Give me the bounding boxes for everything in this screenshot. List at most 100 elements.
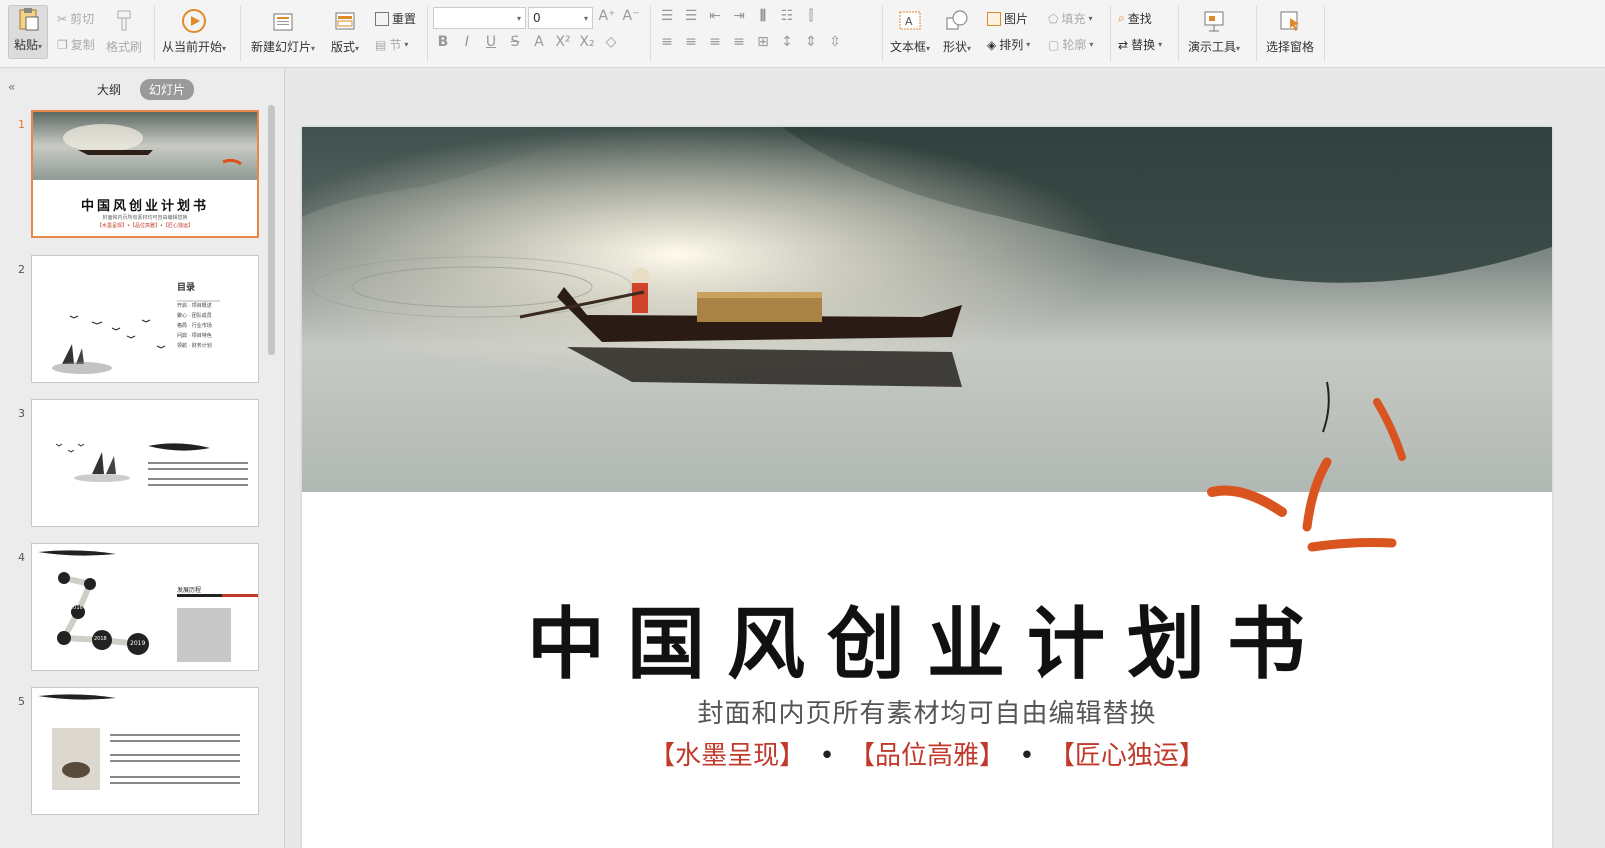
- slide-number: 1: [18, 118, 25, 131]
- align-text-icon[interactable]: ☷: [778, 8, 796, 24]
- slide-subtitle[interactable]: 封面和内页所有素材均可自由编辑替换: [302, 693, 1552, 730]
- superscript-icon[interactable]: X²: [554, 34, 572, 50]
- bold-icon[interactable]: B: [434, 34, 452, 50]
- reset-icon: [375, 11, 389, 26]
- tab-outline[interactable]: 大纲: [88, 79, 130, 100]
- thumbnail-frame: [31, 399, 259, 527]
- arrange-button[interactable]: ◈ 排列 ▾: [987, 36, 1030, 53]
- font-format-row: B I U S A X² X₂ ◇: [434, 34, 620, 50]
- text-direction-icon[interactable]: ⫼: [754, 8, 772, 24]
- increase-indent-icon[interactable]: ⇥: [730, 8, 748, 24]
- cut-button[interactable]: ✂ 剪切: [57, 10, 94, 27]
- paragraph-spacing-icon[interactable]: ⇕: [802, 34, 820, 50]
- copy-button[interactable]: ❐ 复制: [57, 36, 95, 53]
- toc-line: 聚心 · 团队成员: [177, 313, 212, 319]
- eraser-icon[interactable]: ◇: [602, 34, 620, 50]
- koi-fish-illustration: [1207, 457, 1397, 552]
- presenter-tools-button[interactable]: 演示工具▾: [1188, 8, 1240, 55]
- slide-number: 3: [18, 407, 25, 420]
- section-button[interactable]: ▤ 节 ▾: [375, 36, 408, 53]
- find-button[interactable]: ⌕ 查找: [1118, 10, 1152, 27]
- grow-font-icon[interactable]: A⁺: [598, 8, 616, 24]
- fill-icon: ⬠: [1048, 11, 1059, 26]
- slide-thumbnail-2[interactable]: 2 目录 开启 · 项目概述 聚心 · 团队成员 格局 · 行业市场 问鼎 · …: [0, 255, 270, 385]
- layout-button[interactable]: 版式▾: [331, 8, 359, 55]
- underline-icon[interactable]: U: [482, 34, 500, 50]
- slide-thumbnail-4[interactable]: 4 2016 2018 2019 发展历程: [0, 543, 270, 673]
- distribute-icon[interactable]: ⊞: [754, 34, 772, 50]
- format-painter-button[interactable]: 格式刷: [106, 8, 142, 55]
- paste-icon: [19, 8, 39, 31]
- line-spacing-icon[interactable]: ↕: [778, 34, 796, 50]
- replace-icon: ⇄: [1118, 37, 1129, 52]
- paste-label: 粘贴: [13, 38, 38, 52]
- new-slide-icon: [273, 13, 293, 31]
- timeline-year: 2019: [130, 640, 146, 647]
- section-icon: ▤: [375, 37, 387, 52]
- shape-button[interactable]: 形状▾: [943, 8, 971, 55]
- slide-canvas[interactable]: 中国风创业计划书 封面和内页所有素材均可自由编辑替换 【水墨呈现】 • 【品位高…: [302, 127, 1552, 848]
- toc-line: 开启 · 项目概述: [177, 303, 212, 309]
- subscript-icon[interactable]: X₂: [578, 34, 596, 50]
- selection-pane-button[interactable]: 选择窗格: [1266, 8, 1314, 55]
- new-slide-button[interactable]: 新建幻灯片▾: [251, 8, 315, 55]
- paste-button[interactable]: 粘贴▾: [8, 5, 48, 59]
- slide-thumbnail-1[interactable]: 1 中国风创业计划书 封面和内页所有素材均可自由编辑替换 【水墨呈现】•【品位高…: [0, 110, 270, 240]
- timeline-label: 发展历程: [177, 587, 202, 594]
- slide-tags[interactable]: 【水墨呈现】 • 【品位高雅】 • 【匠心独运】: [302, 735, 1552, 772]
- tag-craft: 【匠心独运】: [1048, 741, 1205, 771]
- columns-icon[interactable]: ⫿: [802, 8, 820, 24]
- thumbnail-frame: 2016 2018 2019 发展历程: [31, 543, 259, 671]
- thumbnail-image: [33, 112, 257, 180]
- collapse-sidebar-icon[interactable]: «: [8, 80, 15, 94]
- slide-title[interactable]: 中国风创业计划书: [302, 582, 1552, 694]
- strikethrough-icon[interactable]: S: [506, 34, 524, 50]
- timeline-year: 2016: [70, 605, 83, 611]
- font-size-select[interactable]: 0 ▾: [528, 7, 593, 29]
- picture-icon: [987, 11, 1001, 26]
- slide-thumbnail-5[interactable]: 5: [0, 687, 270, 817]
- slide-thumbnail-3[interactable]: 3: [0, 399, 270, 529]
- canvas-scrollbar[interactable]: [1590, 70, 1605, 848]
- align-left-icon[interactable]: ≡: [658, 34, 676, 50]
- thumbnail-title: 中国风创业计划书: [80, 199, 209, 214]
- picture-button[interactable]: 图片: [987, 10, 1028, 27]
- tag-elegance: 【品位高雅】: [848, 741, 1005, 771]
- svg-text:A: A: [905, 15, 913, 28]
- tag-separator: •: [819, 741, 835, 771]
- tab-slides[interactable]: 幻灯片: [140, 79, 195, 100]
- numbered-list-icon[interactable]: ☰: [682, 8, 700, 24]
- shape-icon: [946, 10, 968, 30]
- river-boat-photo: [302, 127, 1552, 492]
- bullet-list-icon[interactable]: ☰: [658, 8, 676, 24]
- brush-icon: [117, 10, 131, 31]
- outline-button[interactable]: ▢ 轮廓 ▾: [1048, 36, 1093, 53]
- font-name-select[interactable]: ▾: [433, 7, 526, 29]
- align-right-icon[interactable]: ≡: [706, 34, 724, 50]
- font-color-icon[interactable]: A: [530, 34, 548, 50]
- slide-number: 5: [18, 695, 25, 708]
- tag-ink: 【水墨呈现】: [649, 741, 806, 771]
- replace-button[interactable]: ⇄ 替换 ▾: [1118, 36, 1162, 53]
- toc-line: 领航 · 财务计划: [177, 343, 212, 349]
- paragraph-row-1: ☰ ☰ ⇤ ⇥ ⫼ ☷ ⫿: [658, 8, 820, 24]
- slide-sidebar: « 大纲 幻灯片 1 中国风创业计划书 封面和内页所有素材均可自由编辑替换 【水…: [0, 69, 285, 848]
- selection-pane-icon: [1280, 11, 1299, 31]
- scissors-icon: ✂: [57, 11, 68, 26]
- align-center-icon[interactable]: ≡: [682, 34, 700, 50]
- italic-icon[interactable]: I: [458, 34, 476, 50]
- textbox-button[interactable]: A 文本框▾: [890, 8, 930, 55]
- spacing-more-icon[interactable]: ⇳: [826, 34, 844, 50]
- play-from-current-button[interactable]: 从当前开始▾: [162, 8, 226, 55]
- decrease-indent-icon[interactable]: ⇤: [706, 8, 724, 24]
- fill-button[interactable]: ⬠ 填充 ▾: [1048, 10, 1092, 27]
- layout-icon: [335, 12, 355, 30]
- reset-button[interactable]: 重置: [375, 10, 416, 27]
- justify-icon[interactable]: ≡: [730, 34, 748, 50]
- search-icon: ⌕: [1118, 11, 1125, 25]
- toc-heading: 目录: [177, 283, 196, 293]
- toc-line: 格局 · 行业市场: [177, 323, 212, 329]
- toc-line: 问鼎 · 项目特色: [177, 333, 212, 339]
- presenter-icon: [1204, 11, 1224, 32]
- shrink-font-icon[interactable]: A⁻: [622, 8, 640, 24]
